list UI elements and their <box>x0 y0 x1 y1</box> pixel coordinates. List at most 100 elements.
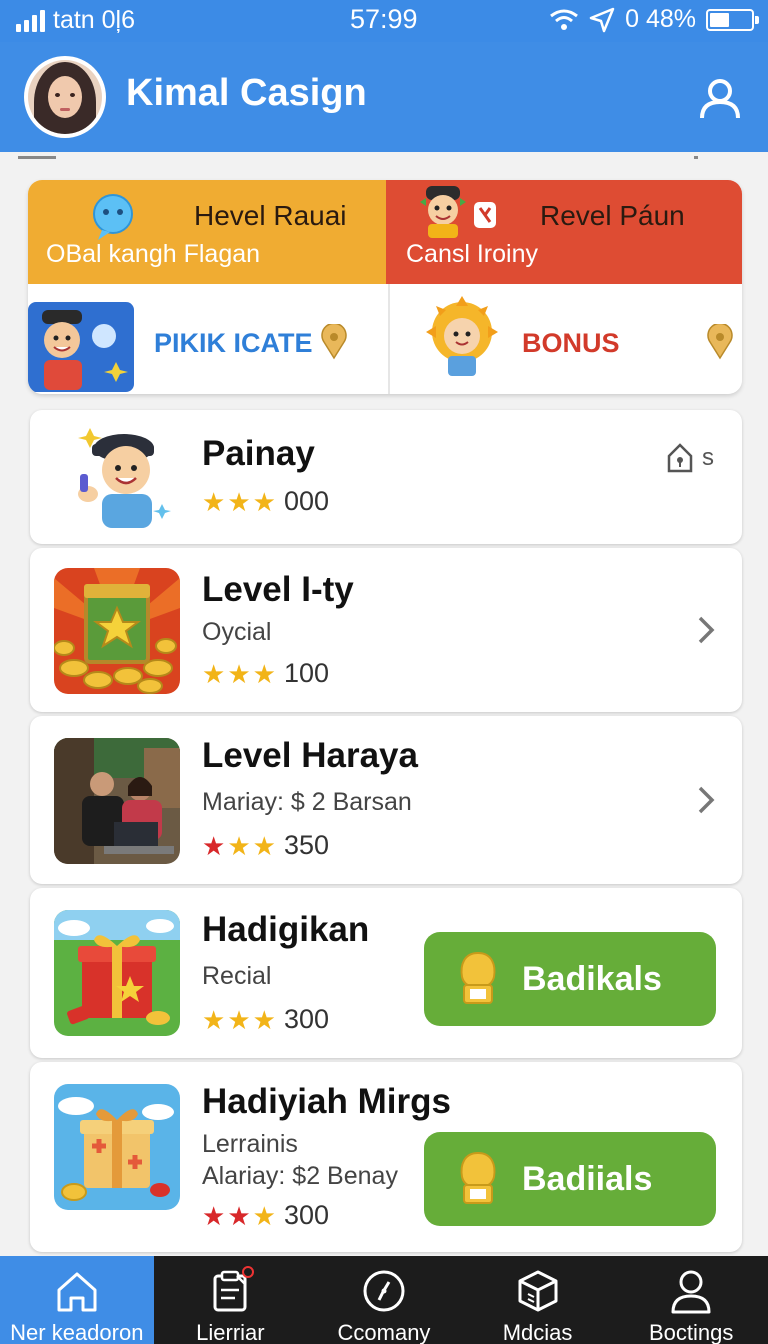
bottom-tab-bar: Ner keadoron Lierriar Ccomany Mdcias Boc… <box>0 1256 768 1344</box>
list-item[interactable]: Painay ★ ★ ★ 000 s <box>30 410 742 544</box>
promo-banner-right[interactable]: Revel Páun Cansl Iroiny <box>386 180 742 284</box>
rating-value: 100 <box>283 658 329 688</box>
tab-home[interactable]: Ner keadoron <box>0 1256 154 1344</box>
sun-kid-icon <box>426 296 498 376</box>
avatar[interactable] <box>24 56 106 138</box>
item-subtitle: Lerrainis <box>202 1130 298 1158</box>
star-icon: ★ <box>252 1004 276 1035</box>
rating-value: 000 <box>283 486 329 516</box>
promo-right-subtitle: Cansl Iroiny <box>406 240 538 268</box>
star-icon: ★ <box>202 1200 226 1231</box>
promo-card-left[interactable]: PIKIK ICATE <box>28 284 384 394</box>
battery-icon <box>706 8 759 31</box>
app-title: Kimal Casign <box>126 72 367 114</box>
tab-media[interactable]: Mdcias <box>461 1256 615 1344</box>
promo-panel: Hevel Rauai OBal kangh Flagan Revel Páun… <box>28 180 742 394</box>
claim-button-label: Badiials <box>522 1159 653 1198</box>
chat-bubble-icon <box>93 194 133 240</box>
chevron-right-icon[interactable] <box>696 614 716 646</box>
wifi-icon <box>550 9 579 30</box>
home-icon <box>57 1272 97 1312</box>
app-header: Kimal Casign <box>0 42 768 152</box>
tab-lierriar[interactable]: Lierriar <box>154 1256 308 1344</box>
battery-percent: 0 48% <box>625 5 696 33</box>
tab-label: Ccomany <box>337 1320 431 1344</box>
item-subtitle: Mariay: $ 2 Barsan <box>202 788 412 816</box>
claim-button[interactable]: Badikals <box>424 932 716 1026</box>
item-subtitle-secondary: Alariay: $2 Benay <box>202 1162 398 1190</box>
house-lock-icon <box>667 443 693 473</box>
gift-tag-icon <box>474 202 496 228</box>
item-subtitle: Recial <box>202 962 272 990</box>
star-icon: ★ <box>202 830 226 861</box>
star-icon: ★ <box>252 486 276 517</box>
item-badge[interactable]: s <box>666 442 714 474</box>
carrier-label: tatn 0ļ6 <box>53 6 136 34</box>
notification-badge <box>241 1266 254 1278</box>
claim-button-label: Badikals <box>522 959 662 998</box>
rating: ★ ★ ★ 350 <box>202 830 329 861</box>
promo-banner-left[interactable]: Hevel Rauai OBal kangh Flagan <box>28 180 386 284</box>
header-divider <box>18 156 56 159</box>
promo-right-label: BONUS <box>522 328 620 358</box>
gift-box-red-thumb <box>54 910 180 1036</box>
item-subtitle: Oycial <box>202 618 272 646</box>
promo-left-label: PIKIK ICATE <box>154 328 313 358</box>
star-icon: ★ <box>252 1200 276 1231</box>
item-title: Level I-ty <box>202 570 354 609</box>
chevron-right-icon[interactable] <box>696 784 716 816</box>
status-right: 0 48% <box>549 5 759 34</box>
list-item[interactable]: Level Haraya Mariay: $ 2 Barsan ★ ★ ★ 35… <box>30 716 742 884</box>
user-icon[interactable] <box>698 76 742 120</box>
rating: ★ ★ ★ 100 <box>202 658 329 689</box>
star-icon: ★ <box>227 486 251 517</box>
tab-settings[interactable]: Boctings <box>614 1256 768 1344</box>
item-title: Level Haraya <box>202 736 418 775</box>
boy-pointing-icon <box>28 302 134 392</box>
claim-button[interactable]: Badiials <box>424 1132 716 1226</box>
treasure-chest-thumb <box>54 568 180 694</box>
location-pin-icon <box>707 324 733 360</box>
boy-cartoon-thumb <box>78 428 171 528</box>
people-laptop-thumb <box>54 738 180 864</box>
status-left: tatn 0ļ6 <box>16 6 135 35</box>
star-icon: ★ <box>202 1004 226 1035</box>
gift-box-gold-thumb <box>54 1084 180 1210</box>
list-item[interactable]: Hadigikan Recial ★ ★ ★ 300 Badikals <box>30 888 742 1058</box>
clock: 57:99 <box>350 4 418 34</box>
badge-text: s <box>702 444 714 471</box>
star-icon: ★ <box>227 1200 251 1231</box>
rating-value: 300 <box>283 1200 329 1230</box>
signal-icon <box>16 9 45 32</box>
promo-left-subtitle: OBal kangh Flagan <box>46 240 261 268</box>
list-item[interactable]: Level I-ty Oycial ★ ★ ★ 100 <box>30 548 742 712</box>
star-icon: ★ <box>227 658 251 689</box>
item-title: Hadigikan <box>202 910 370 949</box>
trophy-icon <box>460 1151 496 1204</box>
star-icon: ★ <box>252 830 276 861</box>
item-title: Hadiyiah Mirgs <box>202 1082 451 1121</box>
tab-label: Lierriar <box>196 1320 265 1344</box>
list-item[interactable]: Hadiyiah Mirgs Lerrainis Alariay: $2 Ben… <box>30 1062 742 1252</box>
kid-cartoon-icon <box>420 186 466 238</box>
box-icon <box>518 1270 558 1312</box>
rating: ★ ★ ★ 300 <box>202 1200 329 1231</box>
person-icon <box>671 1270 711 1314</box>
promo-card-right[interactable]: BONUS <box>388 284 742 394</box>
item-title: Painay <box>202 434 315 473</box>
status-bar: tatn 0ļ6 57:99 0 48% <box>0 0 768 42</box>
compass-icon <box>363 1270 405 1312</box>
promo-left-title: Hevel Rauai <box>194 200 347 231</box>
tab-label: Ner keadoron <box>10 1320 144 1344</box>
star-icon: ★ <box>202 486 226 517</box>
tab-label: Mdcias <box>502 1320 573 1344</box>
star-icon: ★ <box>227 830 251 861</box>
location-arrow-icon <box>589 7 615 32</box>
rating: ★ ★ ★ 000 <box>202 486 329 517</box>
rating-value: 300 <box>283 1004 329 1034</box>
star-icon: ★ <box>227 1004 251 1035</box>
location-pin-icon <box>321 324 347 360</box>
tab-company[interactable]: Ccomany <box>307 1256 461 1344</box>
star-icon: ★ <box>202 658 226 689</box>
tab-label: Boctings <box>648 1320 734 1344</box>
